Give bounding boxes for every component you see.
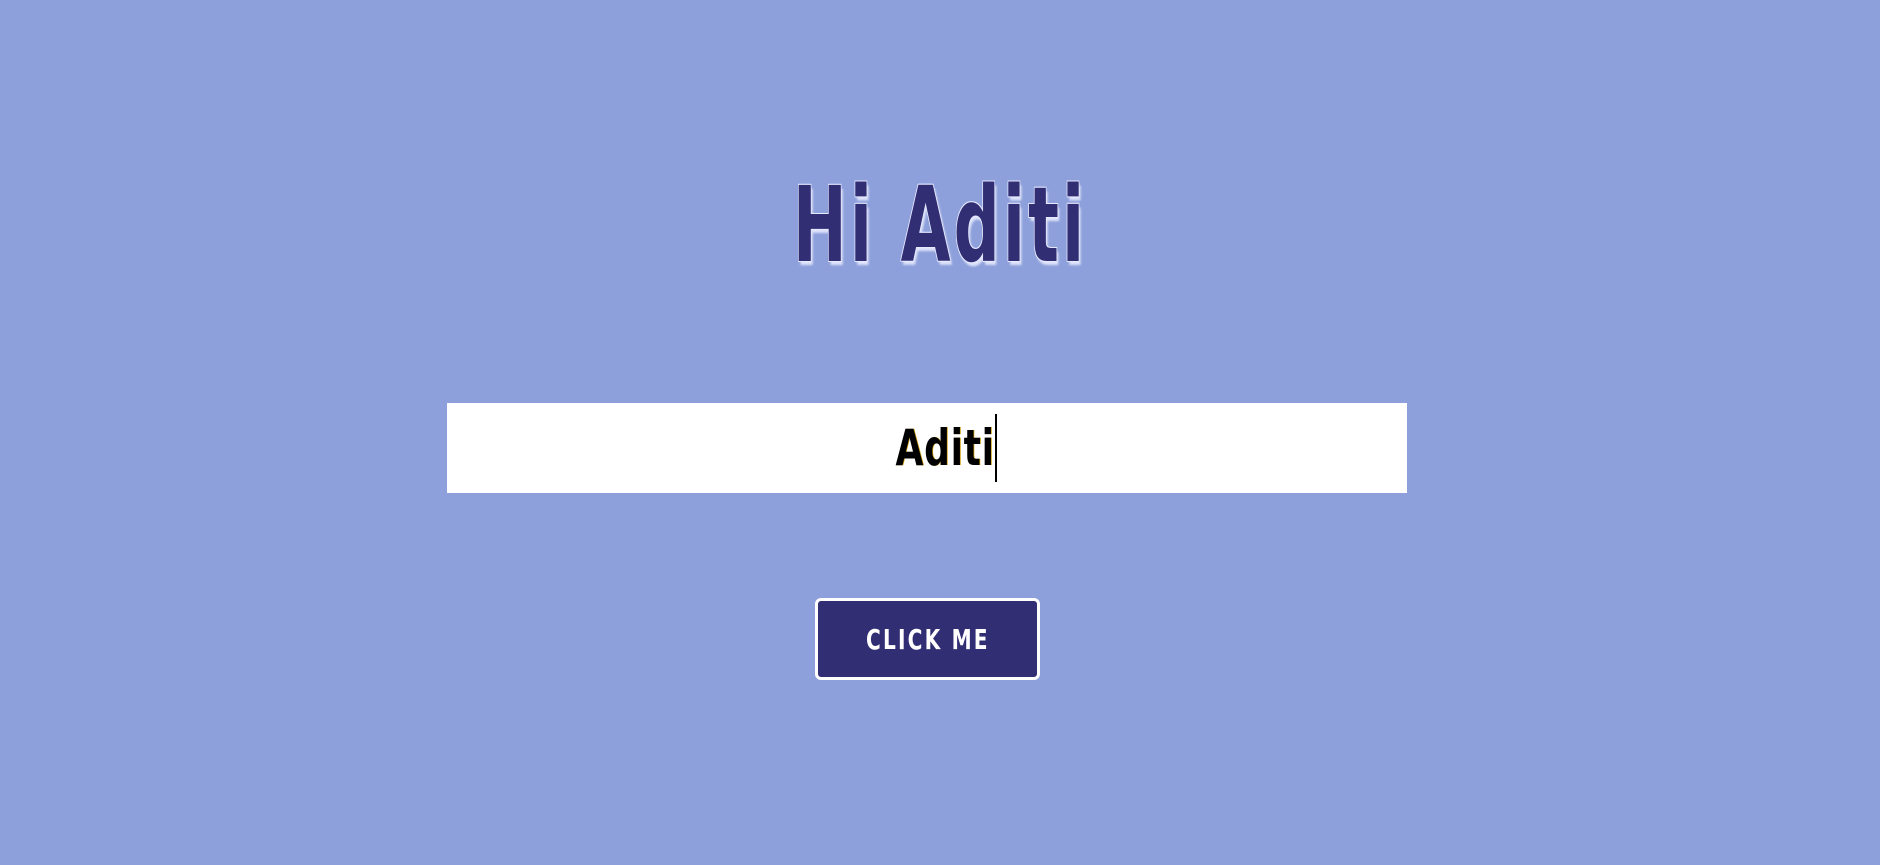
- greeting-name: Aditi: [900, 164, 1088, 286]
- greeting-prefix: Hi: [792, 164, 876, 286]
- name-field-container: Aditi: [447, 403, 1407, 493]
- name-input[interactable]: [447, 403, 1407, 493]
- click-me-button-label: CLICK ME: [865, 622, 990, 656]
- click-me-button[interactable]: CLICK ME: [815, 598, 1040, 680]
- greeting-heading: Hi Aditi: [357, 165, 1523, 285]
